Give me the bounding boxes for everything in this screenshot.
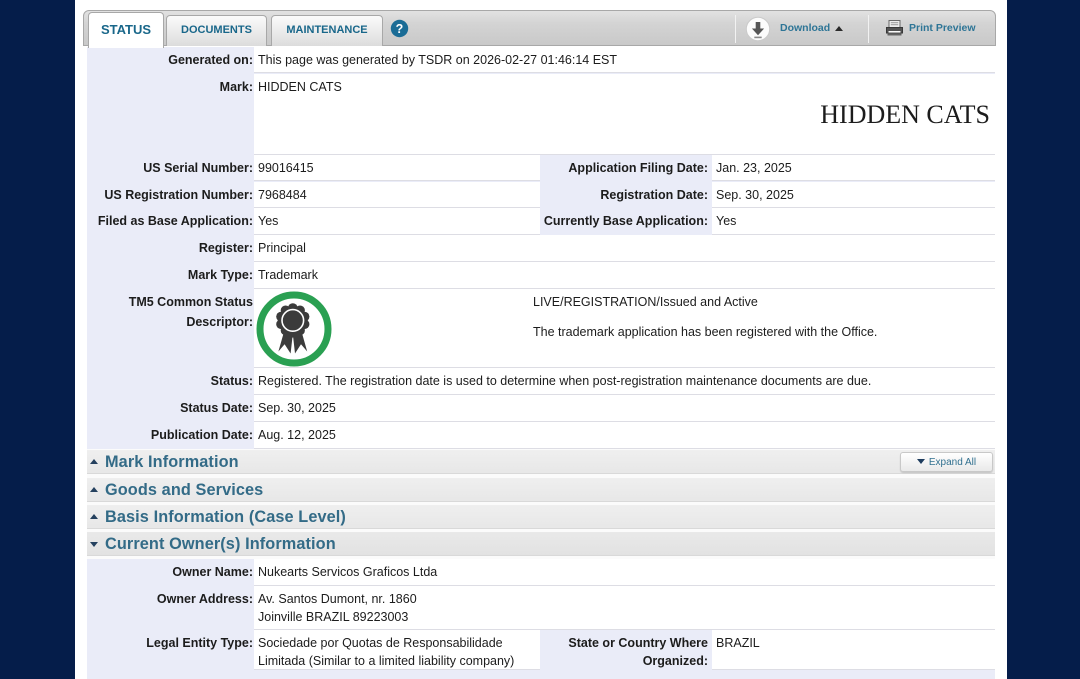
svg-text:?: ? xyxy=(396,22,404,36)
